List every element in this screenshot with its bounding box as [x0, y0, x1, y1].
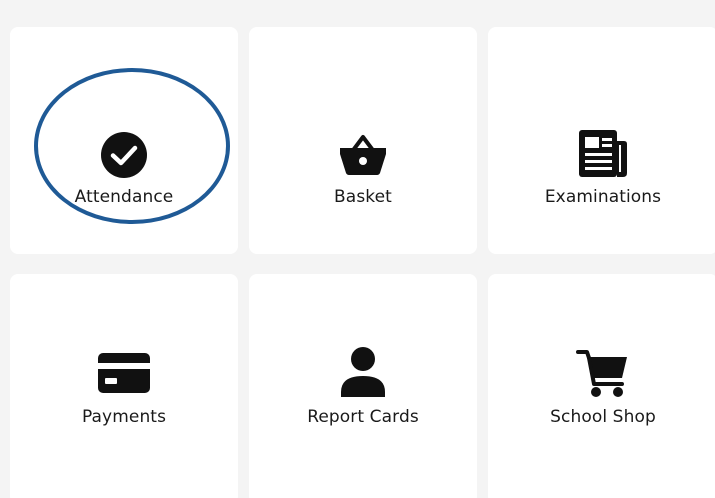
tile-label: Report Cards	[307, 407, 419, 427]
person-icon	[338, 346, 388, 398]
tile-label: Examinations	[544, 187, 662, 207]
tile-label: Basket	[334, 187, 392, 207]
basket-icon	[338, 132, 388, 176]
tile-examinations[interactable]: Examinations	[488, 27, 715, 254]
tile-payments[interactable]: Payments	[10, 274, 238, 498]
shopping-cart-icon	[576, 348, 630, 398]
tile-attendance[interactable]: Attendance	[10, 27, 238, 254]
tile-label: Payments	[81, 407, 167, 427]
tile-basket[interactable]: Basket	[249, 27, 477, 254]
tile-label: School Shop	[550, 407, 656, 427]
app-screen: Attendance Basket Examinations Payments …	[0, 0, 715, 498]
tile-report-cards[interactable]: Report Cards	[249, 274, 477, 498]
newspaper-icon	[576, 128, 630, 178]
tile-school-shop[interactable]: School Shop	[488, 274, 715, 498]
check-circle-icon	[100, 131, 148, 179]
credit-card-icon	[97, 352, 151, 394]
tile-label: Attendance	[74, 187, 174, 207]
